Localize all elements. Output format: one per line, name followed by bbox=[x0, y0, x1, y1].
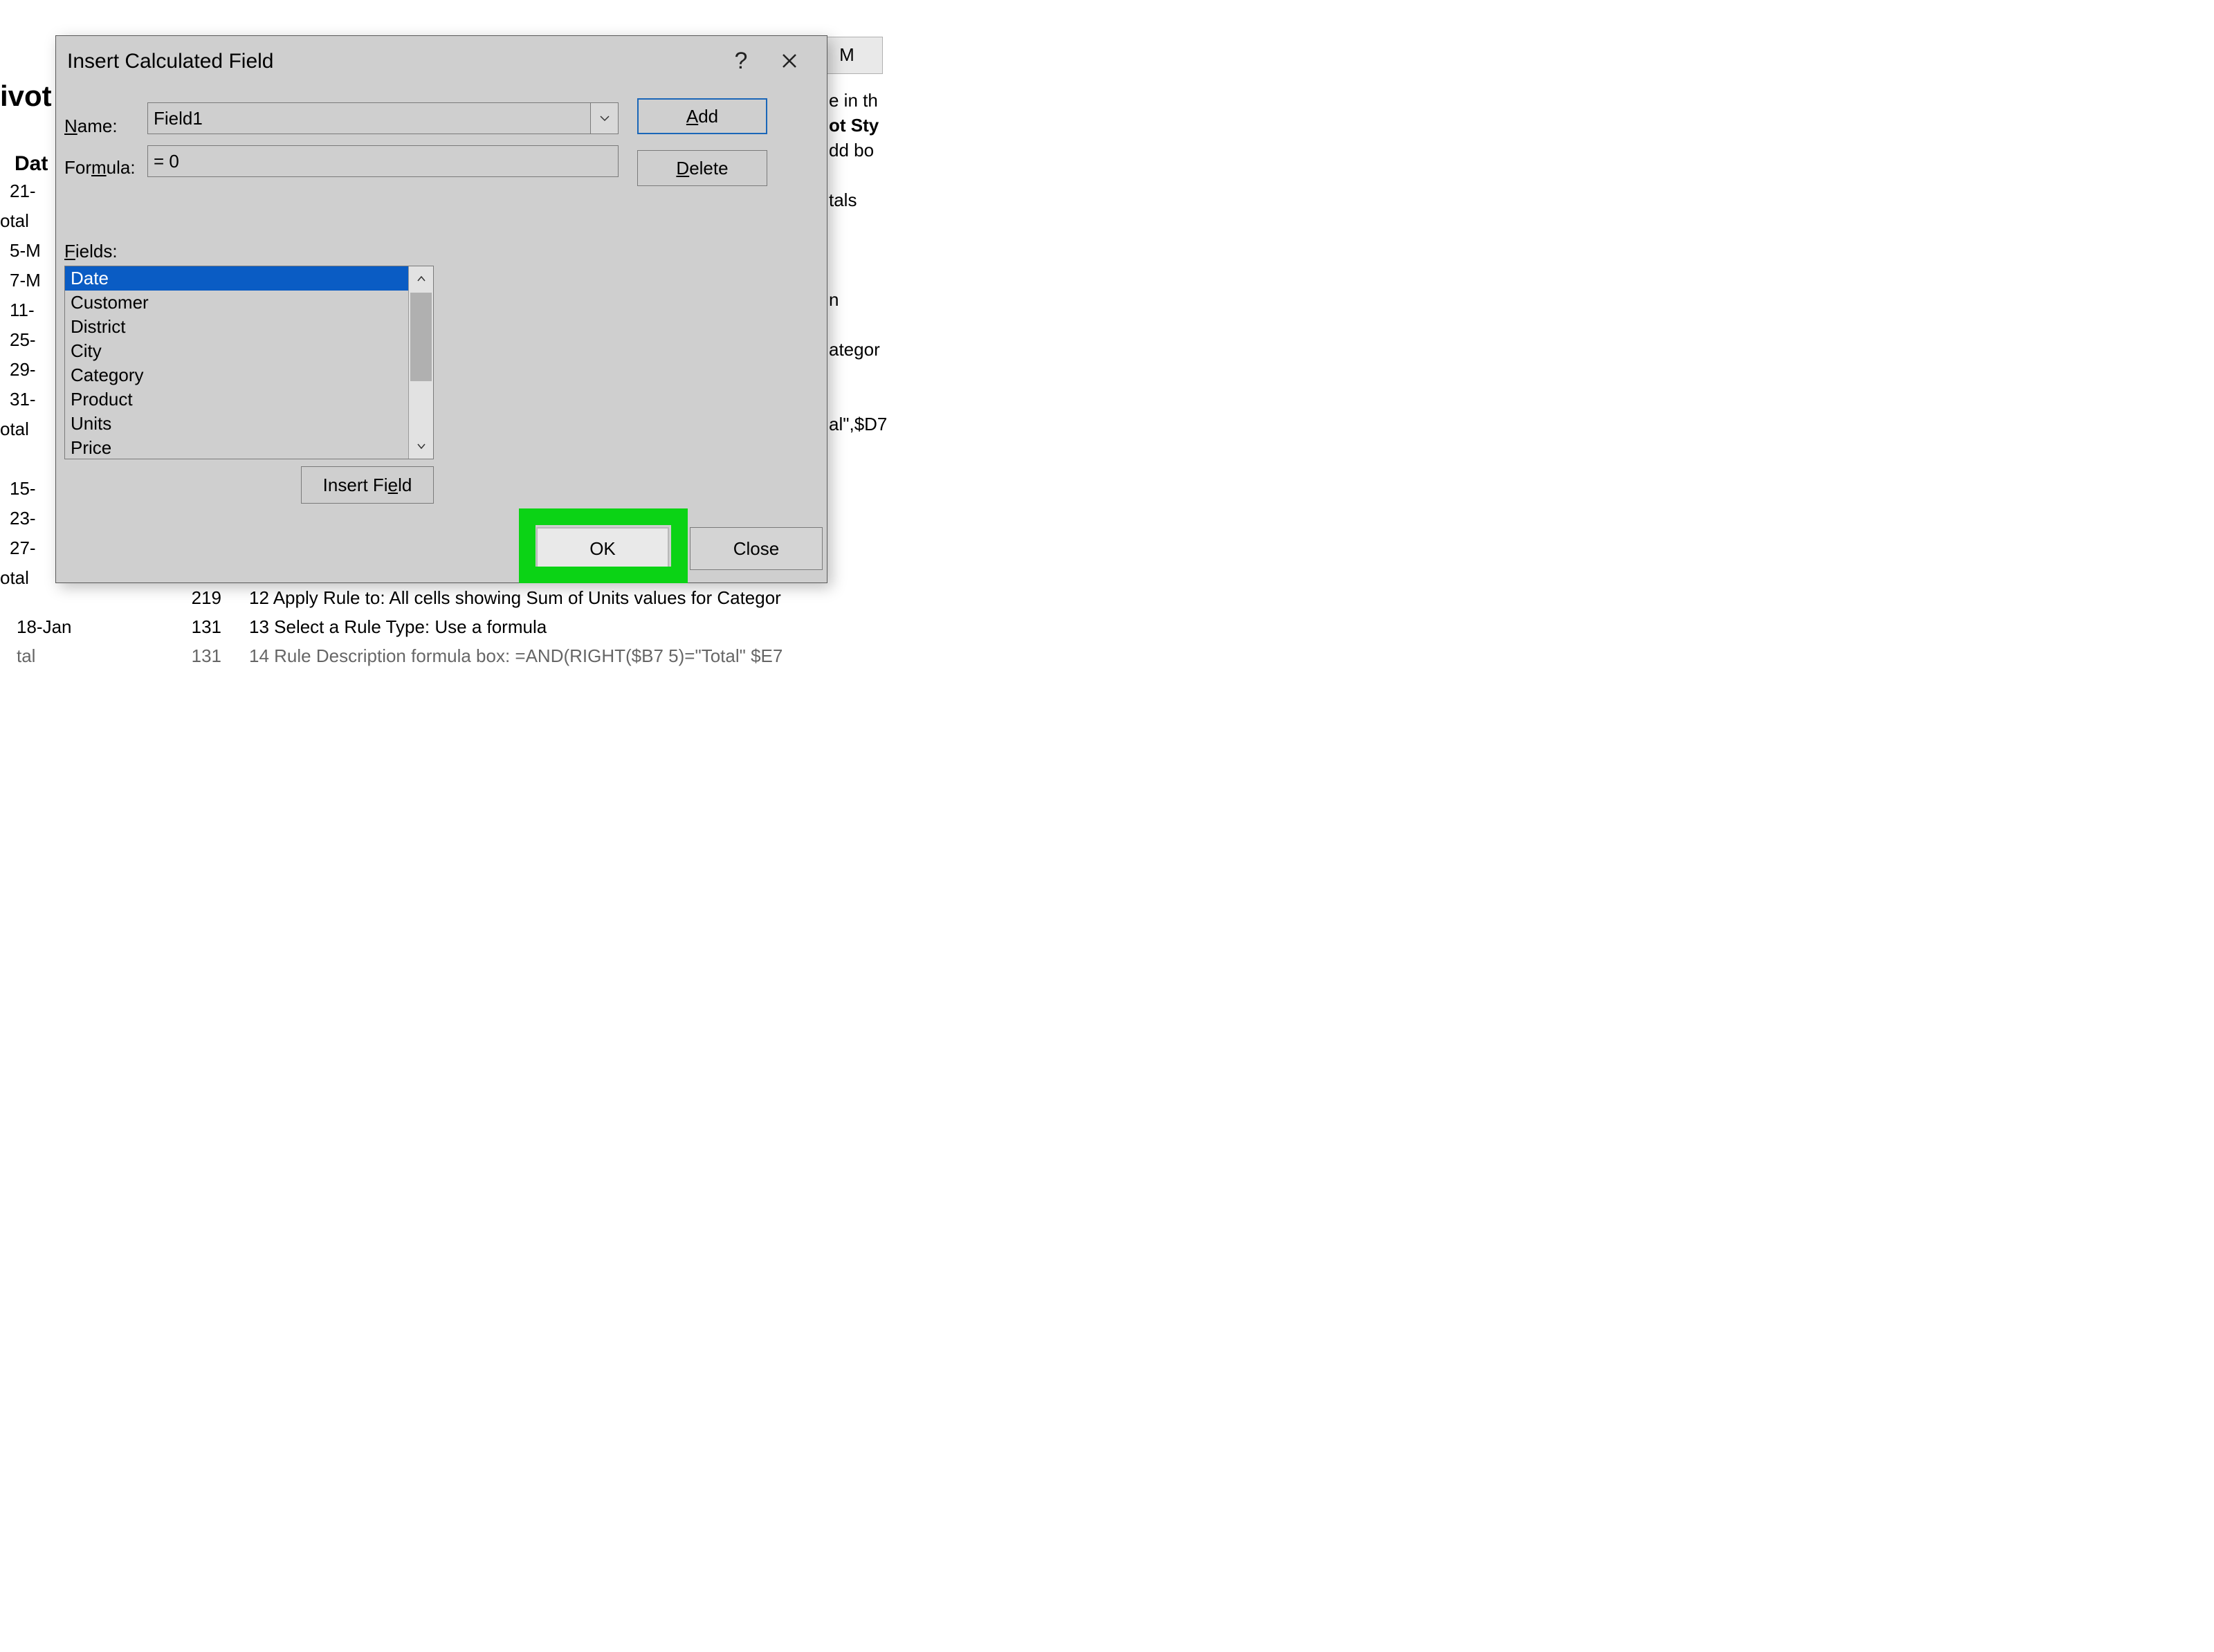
bg-text bbox=[829, 165, 883, 190]
bg-row: 23- bbox=[10, 504, 41, 533]
cell: 131 bbox=[166, 645, 249, 667]
formula-label: Formula: bbox=[64, 157, 136, 178]
name-label: Name: bbox=[64, 116, 118, 137]
list-item[interactable]: District bbox=[65, 315, 408, 339]
bg-row: 31- bbox=[10, 385, 41, 414]
dialog-title: Insert Calculated Field bbox=[67, 50, 273, 73]
list-item[interactable]: Price bbox=[65, 436, 408, 459]
list-item[interactable]: Category bbox=[65, 363, 408, 387]
close-button[interactable]: Close bbox=[690, 527, 823, 570]
bg-bottom-rows: 219 12 Apply Rule to: All cells showing … bbox=[0, 583, 883, 659]
fields-scrollbar[interactable] bbox=[408, 266, 433, 459]
list-item[interactable]: Units bbox=[65, 412, 408, 436]
bg-text: e in th bbox=[829, 90, 883, 115]
bg-row: 11- bbox=[10, 295, 41, 325]
close-icon[interactable] bbox=[773, 44, 806, 77]
bg-text: n bbox=[829, 289, 883, 314]
list-item[interactable]: Product bbox=[65, 387, 408, 412]
cell: 131 bbox=[166, 616, 249, 638]
cell: 219 bbox=[166, 587, 249, 609]
bg-row: otal bbox=[0, 206, 41, 236]
cell: tal bbox=[0, 645, 166, 667]
bg-row: 15- bbox=[10, 474, 41, 504]
bg-text: tals bbox=[829, 190, 883, 214]
delete-button[interactable]: Delete bbox=[637, 150, 767, 186]
list-item[interactable]: Date bbox=[65, 266, 408, 291]
bg-row: 27- bbox=[10, 533, 41, 563]
pivot-heading-fragment: ivot bbox=[0, 80, 52, 113]
fields-label: Fields: bbox=[64, 241, 118, 262]
insert-calculated-field-dialog: Insert Calculated Field ? Name: Formula:… bbox=[55, 35, 827, 583]
add-button[interactable]: Add bbox=[637, 98, 767, 134]
bg-text: ot Sty bbox=[829, 115, 883, 140]
cell: 14 Rule Description formula box: =AND(RI… bbox=[249, 645, 883, 667]
list-item[interactable]: Customer bbox=[65, 291, 408, 315]
bg-text: ategor bbox=[829, 339, 883, 364]
bg-row: 21- bbox=[10, 176, 41, 206]
formula-input[interactable] bbox=[147, 145, 619, 177]
name-combobox bbox=[147, 102, 619, 134]
bg-text bbox=[829, 264, 883, 289]
ok-button[interactable]: OK bbox=[536, 527, 669, 570]
bg-right-text: e in th ot Sty dd bo tals n ategor al",$… bbox=[829, 90, 883, 439]
cell: 12 Apply Rule to: All cells showing Sum … bbox=[249, 587, 883, 609]
bg-left-rows: 21- otal 5-M 7-M 11- 25- 29- 31- otal 15… bbox=[10, 176, 41, 593]
scroll-down-button[interactable] bbox=[409, 434, 433, 459]
column-header-date: Dat bbox=[15, 152, 48, 176]
cell: 13 Select a Rule Type: Use a formula bbox=[249, 616, 883, 638]
bg-text bbox=[829, 389, 883, 414]
bg-row bbox=[10, 444, 41, 474]
name-dropdown-button[interactable] bbox=[590, 103, 618, 134]
fields-list[interactable]: Date Customer District City Category Pro… bbox=[65, 266, 408, 459]
fields-listbox: Date Customer District City Category Pro… bbox=[64, 266, 434, 459]
scroll-thumb[interactable] bbox=[410, 293, 432, 381]
cell: 18-Jan bbox=[0, 616, 166, 638]
bg-text: dd bo bbox=[829, 140, 883, 165]
bg-text bbox=[829, 364, 883, 389]
bg-text: al",$D7 bbox=[829, 414, 883, 439]
bg-row: otal bbox=[0, 414, 41, 444]
help-button[interactable]: ? bbox=[724, 44, 758, 77]
bg-text bbox=[829, 239, 883, 264]
bg-row: 25- bbox=[10, 325, 41, 355]
bg-row: 5-M bbox=[10, 236, 41, 266]
bg-text bbox=[829, 214, 883, 239]
insert-field-button[interactable]: Insert Field bbox=[301, 466, 434, 504]
list-item[interactable]: City bbox=[65, 339, 408, 363]
bg-row: 29- bbox=[10, 355, 41, 385]
scroll-up-button[interactable] bbox=[409, 266, 433, 291]
name-input[interactable] bbox=[148, 103, 590, 134]
bg-text bbox=[829, 314, 883, 339]
bg-row: 7-M bbox=[10, 266, 41, 295]
